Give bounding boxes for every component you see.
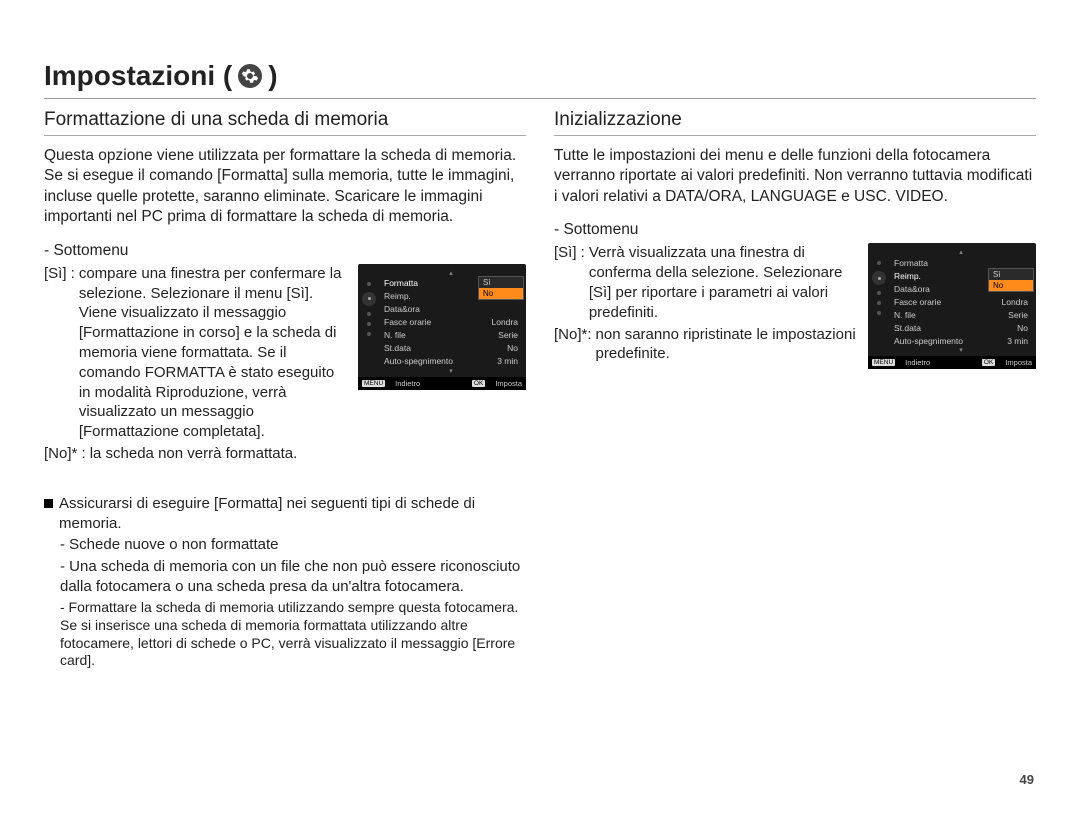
right-column: Inizializzazione Tutte le impostazioni d… (554, 109, 1036, 670)
def-row-no: [No]*: non saranno ripristinate le impos… (554, 325, 856, 365)
title-prefix: Impostazioni ( (44, 60, 232, 92)
def-key: [Sì] : (44, 264, 75, 442)
lcd-menu-item: St.dataNo (380, 342, 522, 355)
def-row-no: [No]* : la scheda non verrà formattata. (44, 444, 346, 464)
note-item: - Una scheda di memoria con un file che … (44, 557, 526, 597)
lcd-footer: MENU Indietro OK Imposta (868, 356, 1036, 369)
ok-button-icon: OK (982, 359, 995, 366)
popup-option: Sì (479, 277, 523, 288)
left-column: Formattazione di una scheda di memoria Q… (44, 109, 526, 670)
chevron-up-icon: ▴ (890, 249, 1032, 256)
page-title: Impostazioni ( ) (44, 60, 1036, 99)
def-val: compare una finestra per confermare la s… (79, 264, 346, 442)
chevron-down-icon: ▾ (890, 347, 1032, 354)
intro-paragraph: Tutte le impostazioni dei menu e delle f… (554, 146, 1036, 207)
section-heading-init: Inizializzazione (554, 109, 1036, 136)
lcd-menu-item: N. fileSerie (380, 329, 522, 342)
lcd-footer: MENU Indietro OK Imposta (358, 377, 526, 390)
note-item: - Formattare la scheda di memoria utiliz… (44, 599, 526, 671)
gear-icon (238, 64, 262, 88)
notes-lead: Assicurarsi di eseguire [Formatta] nei s… (59, 494, 526, 534)
camera-lcd-reset: ▴ Formatta Reimp. Sì No Data&ora Fasce o… (868, 243, 1036, 369)
menu-button-icon: MENU (872, 359, 895, 366)
submenu-label: - Sottomenu (554, 221, 1036, 239)
def-row-si: [Sì] : compare una finestra per conferma… (44, 264, 346, 442)
menu-button-icon: MENU (362, 380, 385, 387)
note-item: - Schede nuove o non formattate (44, 535, 526, 555)
def-row-si: [Sì] : Verrà visualizzata una finestra d… (554, 243, 856, 322)
section-heading-format: Formattazione di una scheda di memoria (44, 109, 526, 136)
camera-lcd-format: ▴ Formatta Sì No Reimp.No Data&ora Fasce… (358, 264, 526, 390)
title-suffix: ) (268, 60, 277, 92)
popup-option-selected: No (479, 288, 523, 299)
gear-icon (362, 292, 376, 306)
lcd-menu-item: Auto-spegnimento3 min (380, 355, 522, 368)
lcd-menu-item: St.dataNo (890, 321, 1032, 334)
ok-button-icon: OK (472, 380, 485, 387)
lcd-menu-item: Fasce orarieLondra (380, 316, 522, 329)
intro-paragraph: Questa opzione viene utilizzata per form… (44, 146, 526, 228)
def-val: Verrà visualizzata una finestra di confe… (589, 243, 856, 322)
notes-block: Assicurarsi di eseguire [Formatta] nei s… (44, 494, 526, 671)
bullet-square-icon (44, 499, 53, 508)
chevron-down-icon: ▾ (380, 368, 522, 375)
lcd-menu-item: N. fileSerie (890, 308, 1032, 321)
lcd-menu-item: Fasce orarieLondra (890, 295, 1032, 308)
def-key: [No]* : (44, 444, 86, 464)
lcd-sidebar (868, 247, 890, 354)
gear-icon (872, 271, 886, 285)
lcd-menu-item: Auto-spegnimento3 min (890, 334, 1032, 347)
lcd-sidebar (358, 268, 380, 375)
def-key: [No]*: (554, 325, 592, 365)
popup-option-selected: No (989, 280, 1033, 291)
lcd-menu-item: Data&ora (380, 303, 522, 316)
submenu-label: - Sottomenu (44, 242, 526, 260)
page-number: 49 (1020, 772, 1034, 787)
def-key: [Sì] : (554, 243, 585, 322)
def-val: la scheda non verrà formattata. (90, 444, 298, 464)
popup-option: Sì (989, 269, 1033, 280)
def-val: non saranno ripristinate le impostazioni… (596, 325, 856, 365)
